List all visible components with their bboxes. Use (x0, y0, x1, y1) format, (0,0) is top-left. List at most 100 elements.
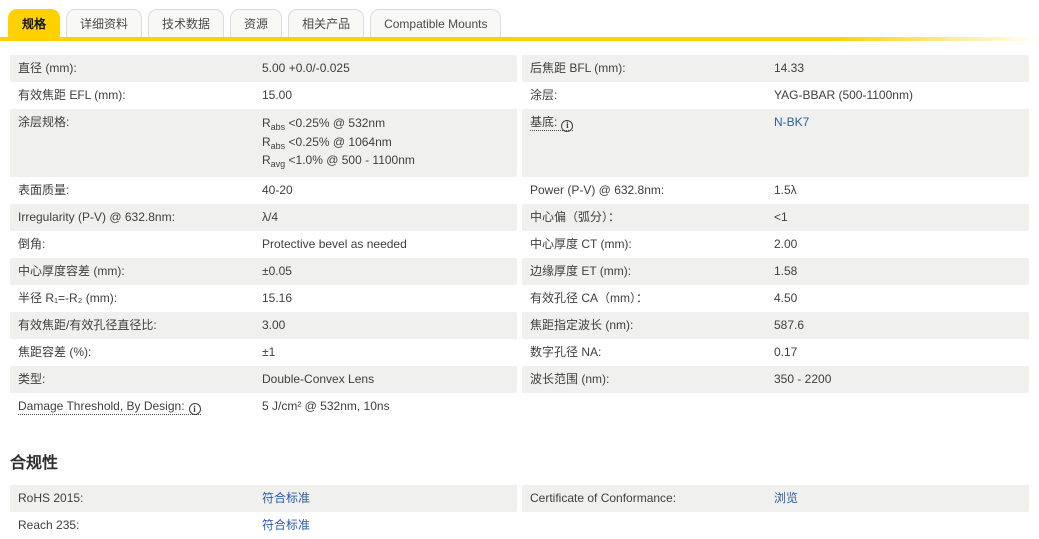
spec-label: Reach 235: (18, 518, 262, 533)
spec-cell-empty (522, 393, 1029, 422)
spec-label-text: 中心厚度容差 (mm): (18, 263, 125, 278)
spec-label-text: 表面质量: (18, 182, 70, 197)
spec-cell: 边缘厚度 ET (mm): 1.58 (522, 257, 1029, 285)
spec-label: 倒角: (18, 237, 262, 252)
spec-cell: 波长范围 (nm): 350 - 2200 (522, 365, 1029, 393)
spec-value: λ/4 (262, 209, 279, 224)
spec-label-text: 边缘厚度 ET (mm): (530, 263, 632, 278)
spec-value: <1 (774, 209, 788, 224)
spec-table: 直径 (mm): 5.00 +0.0/-0.025 后焦距 BFL (mm): 14.… (10, 55, 1029, 421)
spec-label-text: RoHS 2015: (18, 491, 84, 506)
spec-label-text: 后焦距 BFL (mm): (530, 61, 626, 75)
spec-row: Reach 235: 符合标准 (10, 512, 1029, 539)
spec-label: Certificate of Conformance: (530, 491, 774, 506)
spec-value: 587.6 (774, 317, 805, 332)
spec-label-text: 中心偏（弧分）： (530, 209, 621, 224)
spec-cell: 表面质量: 40-20 (10, 177, 517, 204)
spec-value: 5 J/cm² @ 532nm, 10ns (262, 398, 390, 413)
spec-cell: Power (P-V) @ 632.8nm: 1.5λ (522, 177, 1029, 204)
spec-cell: Irregularity (P-V) @ 632.8nm: λ/4 (10, 203, 517, 231)
spec-label: 中心厚度 CT (mm): (530, 237, 774, 252)
spec-label: 基底: i (530, 115, 774, 132)
tab-bar: 规格 详细资料 技术数据 资源 相关产品 Compatible Mounts (0, 0, 1039, 41)
spec-cell: Certificate of Conformance: 浏览 (522, 485, 1029, 513)
spec-label: 中心厚度容差 (mm): (18, 264, 262, 279)
spec-value: 350 - 2200 (774, 371, 832, 386)
spec-value: 浏览 (774, 491, 1021, 506)
spec-label: 焦距容差 (%): (18, 345, 262, 360)
spec-label: 有效焦距 EFL (mm): (18, 88, 262, 103)
spec-cell-empty (522, 512, 1029, 539)
spec-value-link[interactable]: 符合标准 (262, 491, 310, 505)
spec-value-link[interactable]: 符合标准 (262, 518, 310, 532)
spec-cell: 中心厚度 CT (mm): 2.00 (522, 231, 1029, 258)
spec-label-text: 基底: i (530, 115, 574, 132)
tab-technical-data[interactable]: 技术数据 (148, 9, 225, 37)
spec-label: 后焦距 BFL (mm): (530, 61, 774, 76)
spec-label: 涂层: (530, 88, 774, 103)
spec-label-text: 焦距指定波长 (nm): (530, 317, 634, 332)
spec-row: 类型: Double-Convex Lens 波长范围 (nm): 350 - 220… (10, 365, 1029, 393)
spec-row: Damage Threshold, By Design: i 5 J/cm² @ 5… (10, 393, 1029, 422)
spec-label-text: Power (P-V) @ 632.8nm: (530, 182, 665, 197)
spec-value-line: Rabs <0.25% @ 532nm (262, 116, 386, 132)
spec-value: 40-20 (262, 182, 293, 197)
spec-cell: 涂层规格: Rabs <0.25% @ 532nm Rabs <0.25% @ 10… (10, 109, 517, 177)
spec-value: 1.58 (774, 263, 798, 278)
spec-label: 中心偏（弧分）： (530, 210, 774, 225)
spec-cell: 焦距指定波长 (nm): 587.6 (522, 311, 1029, 339)
spec-row: 中心厚度容差 (mm): ±0.05 边缘厚度 ET (mm): 1.58 (10, 257, 1029, 285)
spec-value: Protective bevel as needed (262, 236, 407, 251)
info-icon[interactable]: i (561, 119, 574, 132)
tab-related-products[interactable]: 相关产品 (288, 9, 365, 37)
spec-label: 波长范围 (nm): (530, 372, 774, 387)
spec-cell: 有效焦距/有效孔径直径比: 3.00 (10, 311, 517, 339)
spec-value: 1.5λ (774, 182, 797, 197)
info-icon[interactable]: i (188, 403, 201, 416)
tab-resources[interactable]: 资源 (230, 9, 283, 37)
spec-row: 表面质量: 40-20 Power (P-V) @ 632.8nm: 1.5λ (10, 177, 1029, 204)
spec-cell: 后焦距 BFL (mm): 14.33 (522, 55, 1029, 82)
spec-cell: 涂层: YAG-BBAR (500-1100nm) (522, 82, 1029, 109)
spec-label: 边缘厚度 ET (mm): (530, 264, 774, 279)
tab-accent-underline (0, 37, 1039, 41)
tab-details[interactable]: 详细资料 (66, 9, 143, 37)
spec-label-text: Damage Threshold, By Design: i (18, 398, 201, 416)
spec-value-line: Ravg <1.0% @ 500 - 1100nm (262, 153, 415, 170)
spec-value: YAG-BBAR (500-1100nm) (774, 88, 913, 102)
spec-row: 焦距容差 (%): ±1 数字孔径 NA: 0.17 (10, 339, 1029, 366)
tab-specs[interactable]: 规格 (8, 9, 61, 37)
spec-value: ±0.05 (262, 263, 292, 278)
spec-label: RoHS 2015: (18, 491, 262, 506)
spec-value: 14.33 (774, 61, 805, 75)
spec-value: 2.00 (774, 236, 798, 251)
spec-row: 半径 R₁=-R₂ (mm): 15.16 有效孔径 CA（mm）： 4.50 (10, 285, 1029, 312)
spec-label-text: 有效孔径 CA（mm）： (530, 290, 648, 305)
spec-label: Irregularity (P-V) @ 632.8nm: (18, 210, 262, 225)
spec-cell: 基底: i N-BK7 (522, 109, 1029, 177)
spec-label: 表面质量: (18, 183, 262, 198)
spec-value-link[interactable]: 浏览 (774, 491, 798, 505)
tab-strip: 规格 详细资料 技术数据 资源 相关产品 Compatible Mounts (0, 9, 1039, 37)
spec-label: Damage Threshold, By Design: i (18, 398, 262, 416)
spec-value: 15.16 (262, 290, 293, 305)
spec-value: 4.50 (774, 290, 798, 305)
spec-value-link[interactable]: N-BK7 (774, 115, 809, 129)
spec-label-text: Reach 235: (18, 518, 80, 533)
spec-value: 3.00 (262, 317, 286, 332)
spec-value: Rabs <0.25% @ 532nm Rabs <0.25% @ 1064nm R… (262, 115, 509, 171)
spec-cell: 倒角: Protective bevel as needed (10, 231, 517, 258)
spec-label-text: 数字孔径 NA: (530, 344, 602, 359)
spec-cell: 类型: Double-Convex Lens (10, 365, 517, 393)
compliance-heading: 合规性 (10, 455, 59, 473)
spec-label-text: 中心厚度 CT (mm): (530, 236, 632, 251)
spec-label-text: 直径 (mm): (18, 61, 77, 75)
spec-cell: Reach 235: 符合标准 (10, 512, 517, 539)
tab-compatible-mounts[interactable]: Compatible Mounts (370, 9, 502, 37)
spec-value: 15.00 (262, 88, 293, 102)
spec-value-line: Rabs <0.25% @ 1064nm (262, 134, 392, 151)
spec-cell: 半径 R₁=-R₂ (mm): 15.16 (10, 285, 517, 312)
spec-label-text: 涂层规格: (18, 115, 70, 129)
spec-label: 有效焦距/有效孔径直径比: (18, 318, 262, 333)
spec-row: 有效焦距/有效孔径直径比: 3.00 焦距指定波长 (nm): 587.6 (10, 311, 1029, 339)
